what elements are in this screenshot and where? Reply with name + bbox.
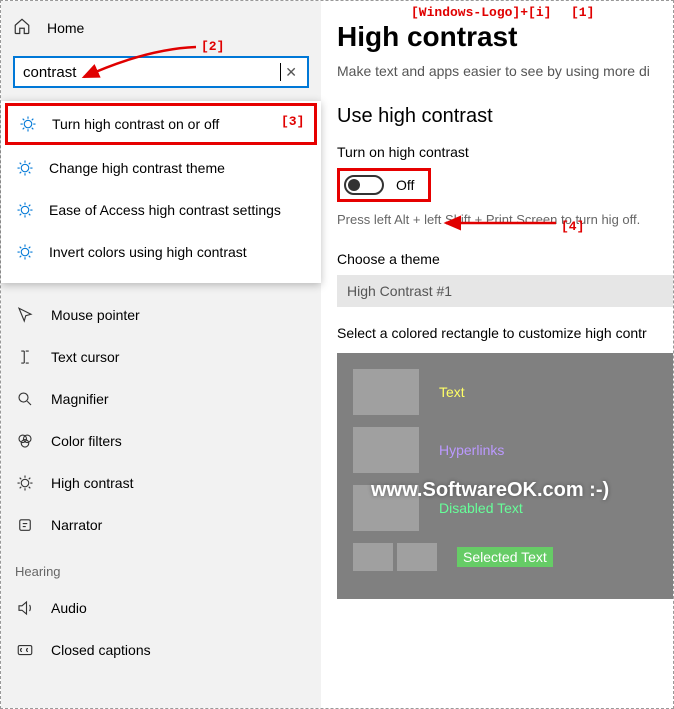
- page-subtitle: Make text and apps easier to see by usin…: [337, 63, 673, 79]
- sidebar-item-label: High contrast: [51, 475, 133, 491]
- home-button[interactable]: Home: [1, 9, 321, 46]
- toggle-label: Turn on high contrast: [337, 144, 673, 160]
- audio-icon: [15, 599, 35, 617]
- sidebar-item-label: Audio: [51, 600, 87, 616]
- search-input[interactable]: [21, 64, 284, 81]
- sidebar-item-label: Mouse pointer: [51, 307, 140, 323]
- search-result-item[interactable]: Change high contrast theme: [1, 147, 321, 189]
- mouse-pointer-icon: [15, 306, 35, 324]
- swatch-disabled-row[interactable]: Disabled Text: [353, 485, 657, 531]
- sidebar-item-label: Magnifier: [51, 391, 109, 407]
- choose-theme-label: Choose a theme: [337, 251, 673, 267]
- swatch-hyperlinks[interactable]: [353, 427, 419, 473]
- search-results-dropdown: Turn high contrast on or off Change high…: [1, 101, 321, 283]
- high-contrast-icon: [18, 115, 38, 133]
- theme-customize-panel: Text Hyperlinks Disabled Text Selected T…: [337, 353, 673, 599]
- swatch-label-selected: Selected Text: [457, 547, 553, 567]
- swatch-selected-bg[interactable]: [397, 543, 437, 571]
- high-contrast-toggle[interactable]: [344, 175, 384, 195]
- toggle-knob: [348, 179, 360, 191]
- high-contrast-icon: [15, 243, 35, 261]
- color-filters-icon: [15, 432, 35, 450]
- text-cursor-icon: [15, 348, 35, 366]
- sidebar-section-hearing: Hearing: [1, 546, 321, 587]
- search-result-label: Ease of Access high contrast settings: [49, 202, 281, 218]
- search-result-label: Turn high contrast on or off: [52, 116, 219, 132]
- sidebar-item-text-cursor[interactable]: Text cursor: [1, 336, 321, 378]
- sidebar-item-closed-captions[interactable]: Closed captions: [1, 629, 321, 671]
- swatch-selected-row[interactable]: Selected Text: [353, 543, 657, 571]
- swatch-text[interactable]: [353, 369, 419, 415]
- section-use-high-contrast: Use high contrast: [337, 105, 673, 128]
- toggle-state: Off: [396, 177, 414, 193]
- sidebar-item-narrator[interactable]: Narrator: [1, 504, 321, 546]
- swatch-disabled[interactable]: [353, 485, 419, 531]
- search-result-item[interactable]: Ease of Access high contrast settings: [1, 189, 321, 231]
- high-contrast-icon: [15, 159, 35, 177]
- sidebar-item-high-contrast[interactable]: High contrast: [1, 462, 321, 504]
- search-box[interactable]: ✕: [13, 56, 309, 88]
- search-result-item[interactable]: Turn high contrast on or off: [5, 103, 317, 145]
- narrator-icon: [15, 516, 35, 534]
- sidebar-item-label: Text cursor: [51, 349, 119, 365]
- home-label: Home: [47, 20, 84, 36]
- high-contrast-icon: [15, 474, 35, 492]
- main-content: High contrast Make text and apps easier …: [321, 1, 673, 708]
- theme-dropdown[interactable]: High Contrast #1: [337, 275, 673, 307]
- high-contrast-toggle-row: Off: [337, 168, 431, 202]
- keyboard-hint: Press left Alt + left Shift + Print Scre…: [337, 212, 673, 227]
- sidebar-item-label: Closed captions: [51, 642, 151, 658]
- customize-label: Select a colored rectangle to customize …: [337, 325, 673, 341]
- sidebar-list: Mouse pointer Text cursor Magnifier Colo…: [1, 294, 321, 671]
- swatch-label-disabled: Disabled Text: [439, 500, 523, 516]
- swatch-label-hyperlinks: Hyperlinks: [439, 442, 504, 458]
- sidebar-item-label: Color filters: [51, 433, 122, 449]
- swatch-label-text: Text: [439, 384, 465, 400]
- swatch-selected-fg[interactable]: [353, 543, 393, 571]
- sidebar-item-mouse-pointer[interactable]: Mouse pointer: [1, 294, 321, 336]
- search-result-label: Change high contrast theme: [49, 160, 225, 176]
- sidebar-item-color-filters[interactable]: Color filters: [1, 420, 321, 462]
- swatch-text-row[interactable]: Text: [353, 369, 657, 415]
- search-result-label: Invert colors using high contrast: [49, 244, 247, 260]
- home-icon: [13, 17, 31, 38]
- search-result-item[interactable]: Invert colors using high contrast: [1, 231, 321, 273]
- sidebar-item-magnifier[interactable]: Magnifier: [1, 378, 321, 420]
- closed-captions-icon: [15, 641, 35, 659]
- high-contrast-icon: [15, 201, 35, 219]
- swatch-hyperlinks-row[interactable]: Hyperlinks: [353, 427, 657, 473]
- sidebar-item-label: Narrator: [51, 517, 102, 533]
- page-title: High contrast: [337, 21, 673, 53]
- magnifier-icon: [15, 390, 35, 408]
- clear-icon[interactable]: ✕: [281, 64, 301, 81]
- sidebar-item-audio[interactable]: Audio: [1, 587, 321, 629]
